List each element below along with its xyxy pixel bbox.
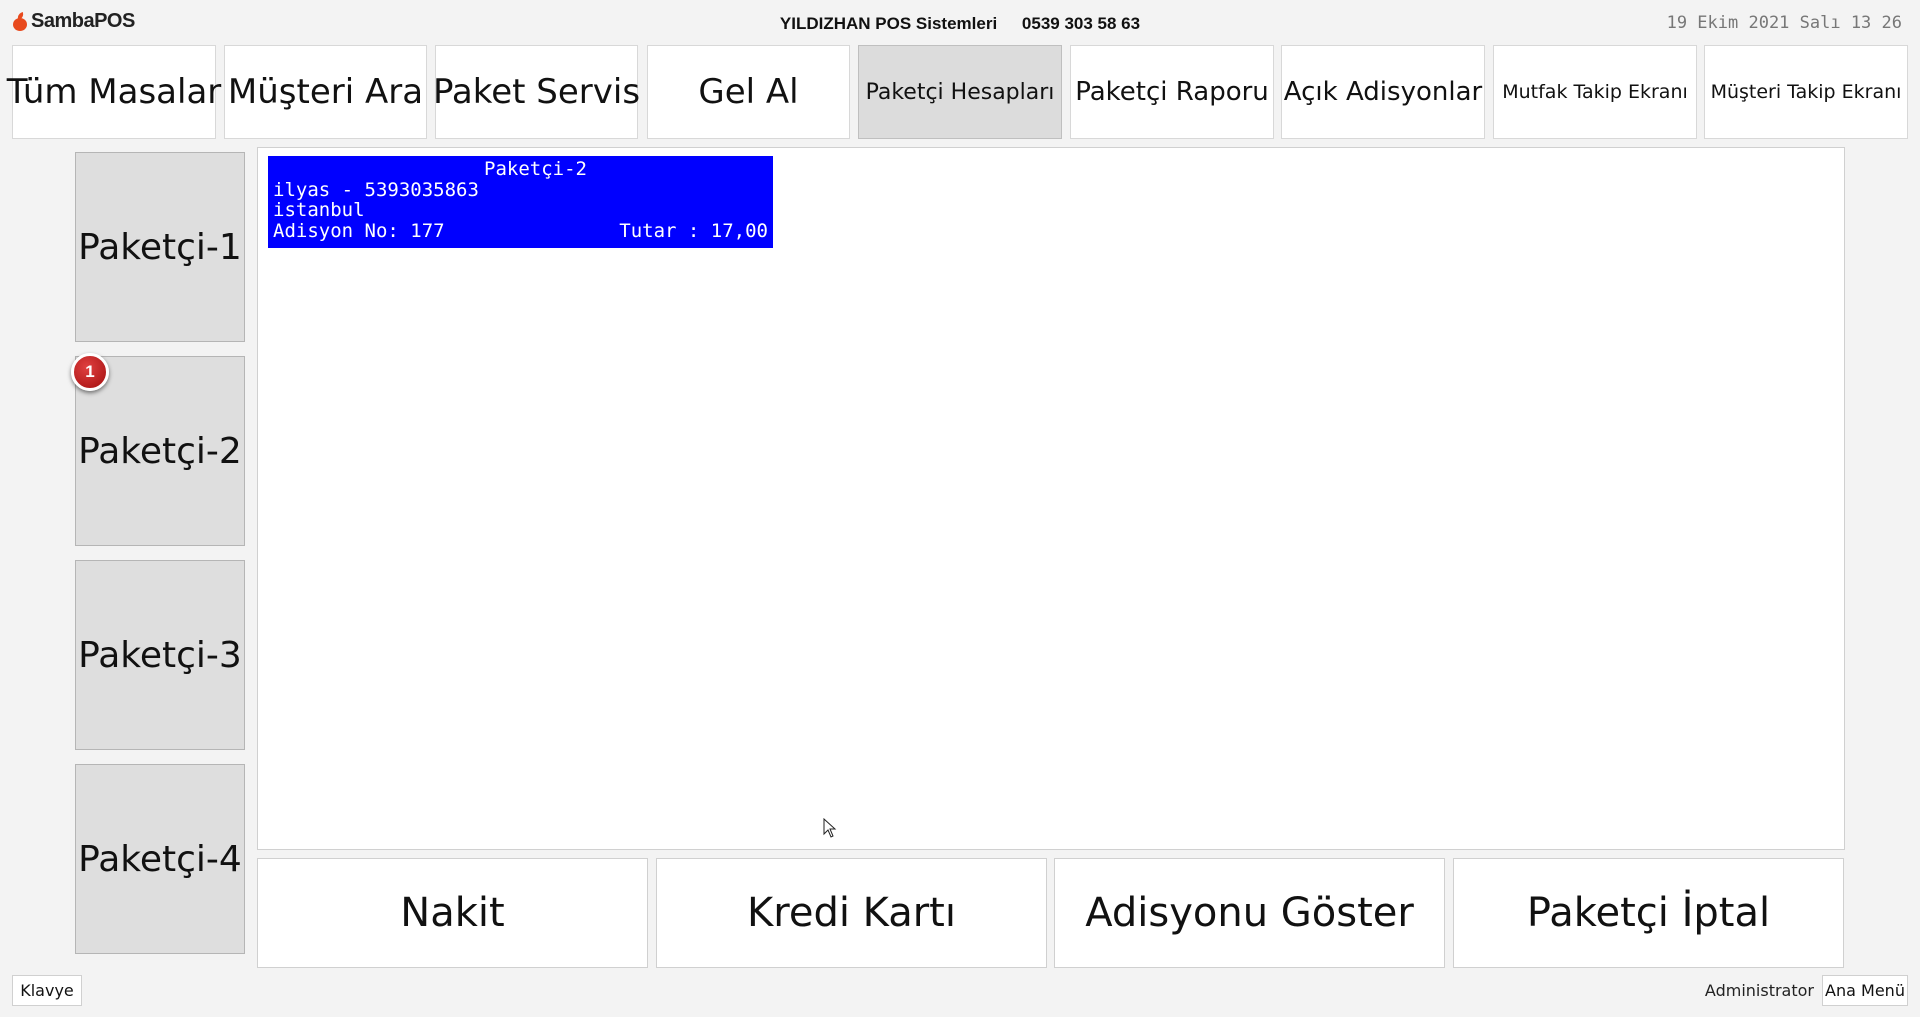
user-name: Administrator [1704,981,1814,1000]
nav-musteri-ara-button[interactable]: Müşteri Ara [224,45,427,139]
courier-4-button[interactable]: Paketçi-4 [75,764,245,954]
courier-3-button[interactable]: Paketçi-3 [75,560,245,750]
nav-gel-al-button[interactable]: Gel Al [647,45,850,139]
paketci-iptal-button[interactable]: Paketçi İptal [1453,858,1844,968]
nav-acik-adisyonlar-button[interactable]: Açık Adisyonlar [1281,45,1485,139]
ticket-customer: ilyas - 5393035863 [273,178,479,201]
ticket-card[interactable]: Paketçi-2 ilyas - 5393035863 istanbul Ad… [268,156,773,248]
nav-paketci-raporu-button[interactable]: Paketçi Raporu [1070,45,1274,139]
kredi-karti-button[interactable]: Kredi Kartı [656,858,1047,968]
company-phone: 0539 303 58 63 [1021,14,1141,33]
company-name: YILDIZHAN POS Sistemleri [779,14,998,33]
mouse-cursor-icon [823,818,837,838]
nav-tum-masalar-button[interactable]: Tüm Masalar [7,45,221,139]
keyboard-button[interactable]: Klavye [12,975,82,1006]
adisyonu-goster-button[interactable]: Adisyonu Göster [1054,858,1445,968]
top-bar: SambaPOS YILDIZHAN POS Sistemleri 0539 3… [0,0,1920,44]
date-time: 19 Ekim 2021 Salı 13 26 [1666,13,1902,33]
nakit-button[interactable]: Nakit [257,858,648,968]
courier-2-badge: 1 [71,353,109,391]
nav-mutfak-takip-button[interactable]: Mutfak Takip Ekranı [1493,45,1697,139]
main-menu-button[interactable]: Ana Menü [1822,975,1908,1006]
nav-paketci-hesaplari-button[interactable]: Paketçi Hesapları [858,45,1062,139]
ticket-total: Tutar : 17,00 [619,219,768,242]
nav-musteri-takip-button[interactable]: Müşteri Takip Ekranı [1704,45,1908,139]
company-info: YILDIZHAN POS Sistemleri 0539 303 58 63 [0,14,1920,34]
ticket-order-no: Adisyon No: 177 [273,219,445,242]
ticket-courier: Paketçi-2 [484,158,587,180]
ticket-city: istanbul [273,199,365,221]
nav-paket-servis-button[interactable]: Paket Servis [433,45,640,139]
courier-tickets-panel: Paketçi-2 ilyas - 5393035863 istanbul Ad… [257,147,1845,850]
courier-1-button[interactable]: Paketçi-1 [75,152,245,342]
